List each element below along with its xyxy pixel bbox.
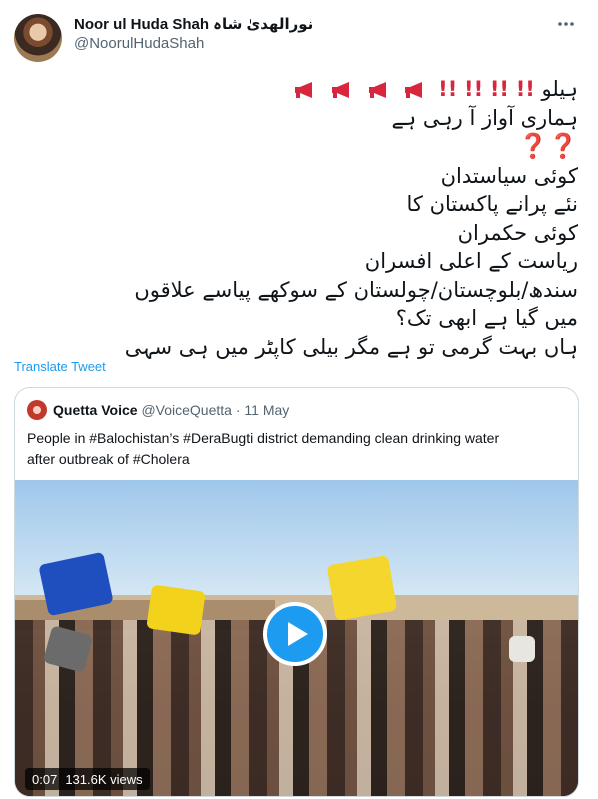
white-jerrycan [509,636,535,662]
author-display-name-urdu[interactable]: نورالھدیٰ شاہ [213,16,313,33]
author-avatar[interactable] [14,14,62,62]
megaphone-icon [332,82,350,98]
separator-dot: · [235,402,241,418]
question-mark-icon: ❓ [548,132,578,160]
megaphone-icon [405,82,423,98]
video-info-badge: 0:07 131.6K views [25,768,150,790]
quoted-author-name[interactable]: Quetta Voice [53,402,138,418]
double-exclamation-icon: !! [489,77,510,101]
tweet-line-6: ریاست کے اعلی افسران [364,249,578,273]
play-icon [287,622,308,646]
yellow-jerrycan [146,584,206,636]
double-exclamation-icon: !! [515,77,535,101]
quoted-tweet[interactable]: Quetta Voice @VoiceQuetta · 11 May Peopl… [14,387,579,797]
quoted-author-avatar[interactable] [27,400,47,420]
tweet-line-8: میں گیا ہے ابھی تک؟ [395,306,578,330]
tweet-line-1-text: ہیلو [541,77,578,101]
megaphone-icon [295,82,313,98]
tweet-line-7: سندھ/بلوچستان/چولستان کے سوکھے پیاسے علا… [134,277,578,302]
tweet-line-1: ہیلو !! !! !! !! [18,75,578,104]
yellow-jerrycan [326,555,398,621]
tweet-line-2: ہماری آواز آ رہی ہے [391,105,578,130]
quoted-tweet-date[interactable]: 11 May [244,402,289,418]
video-duration: 0:07 [32,771,58,787]
video-views: 131.6K views [65,771,143,787]
quoted-tweet-text-line-2: after outbreak of #Cholera [27,451,190,467]
more-options-icon[interactable] [556,14,576,39]
author-display-name[interactable]: Noor ul Huda Shah [74,16,209,33]
double-exclamation-icon: !! [438,77,458,101]
author-handle[interactable]: @NoorulHudaShah [74,35,204,52]
translate-tweet-link[interactable]: Translate Tweet [14,359,106,374]
tweet-line-3: کوئی سیاستدان [440,163,578,188]
quoted-tweet-header: Quetta Voice @VoiceQuetta · 11 May [53,402,289,418]
question-mark-icon: ❓ [518,132,549,160]
quoted-tweet-text-line-1: People in #Balochistan’s #DeraBugti dist… [27,430,500,446]
tweet-line-9: ہاں بہت گرمی تو ہے مگر بیلی کاپٹر میں ہی… [124,334,578,359]
quoted-author-handle[interactable]: @VoiceQuetta [141,402,232,418]
play-button[interactable] [263,602,327,666]
video-player[interactable]: 0:07 131.6K views [15,480,578,796]
author-name-row[interactable]: Noor ul Huda Shah نورالھدیٰ شاہ [74,15,313,33]
tweet-line-5: کوئی حکمران [457,220,578,245]
quoted-tweet-text: People in #Balochistan’s #DeraBugti dist… [27,428,562,470]
tweet-line-4: نئے پرانے پاکستان کا [406,192,578,216]
double-exclamation-icon: !! [464,77,484,101]
tweet-text: ہیلو !! !! !! !! ہماری آواز آ رہی ہے ❓❓ … [18,75,578,361]
question-marks: ❓❓ [18,132,578,162]
megaphone-icon [368,82,386,98]
